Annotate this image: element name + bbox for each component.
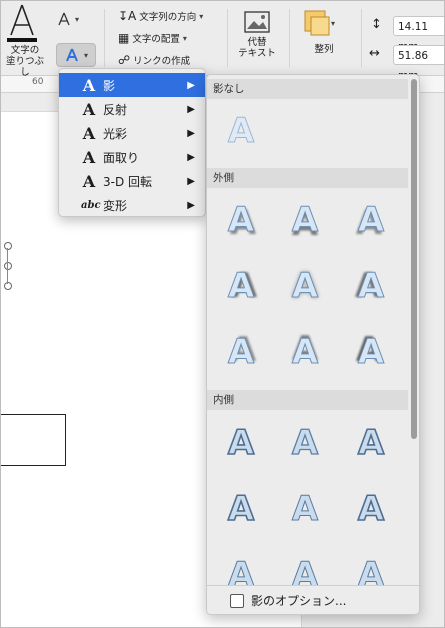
- menu-item-label: 変形: [103, 198, 128, 213]
- resize-handle[interactable]: [4, 262, 12, 270]
- menu-item-label: 面取り: [103, 150, 140, 165]
- ribbon-toolbar: 文字の 塗りつぶし ▾ ▾ ↧A 文字列の方向 ▾ ▦ 文字の配置 ▾ ☍ リン…: [1, 1, 444, 82]
- shadow-option-outer[interactable]: A: [283, 264, 327, 308]
- submenu-arrow-icon: ▶: [187, 103, 195, 115]
- shadow-option-inner[interactable]: A: [283, 421, 327, 465]
- ribbon-divider: [104, 9, 105, 67]
- resize-handle[interactable]: [4, 242, 12, 250]
- text-outline-icon: [58, 12, 70, 26]
- section-header-no-shadow: 影なし: [207, 79, 408, 99]
- text-effects-icon: [66, 48, 78, 62]
- menu-item-transform[interactable]: abc 変形 ▶: [59, 193, 205, 217]
- alt-text-label: 代替 テキスト: [238, 37, 276, 59]
- shadow-options-checkbox[interactable]: [230, 593, 244, 608]
- chevron-down-icon: ▾: [75, 14, 80, 24]
- shadow-option-none[interactable]: A: [219, 109, 263, 153]
- text-align-icon: ▦: [118, 31, 130, 45]
- link-icon: ☍: [118, 53, 131, 67]
- text-align-button[interactable]: ▦ 文字の配置 ▾: [118, 31, 187, 45]
- shadow-icon: A: [82, 75, 96, 95]
- scroll-thumb[interactable]: [411, 79, 417, 439]
- alt-text-icon: [244, 11, 270, 33]
- text-box-shape[interactable]: [1, 414, 66, 466]
- submenu-arrow-icon: ▶: [187, 79, 195, 91]
- 3d-rotation-icon: A: [82, 171, 96, 191]
- shadow-option-outer[interactable]: A: [219, 330, 263, 374]
- shadow-option-outer[interactable]: A: [349, 330, 393, 374]
- arrange-label: 整列: [314, 44, 334, 55]
- shadow-option-inner[interactable]: A: [349, 421, 393, 465]
- shadow-option-inner[interactable]: A: [349, 487, 393, 531]
- ribbon-divider: [289, 9, 290, 67]
- submenu-arrow-icon: ▶: [187, 151, 195, 163]
- submenu-arrow-icon: ▶: [187, 199, 195, 211]
- text-effects-button[interactable]: ▾: [56, 43, 96, 67]
- ribbon-divider: [361, 9, 362, 67]
- shadow-option-outer[interactable]: A: [283, 198, 327, 242]
- chevron-down-icon: ▾: [199, 11, 204, 21]
- shadow-option-outer[interactable]: A: [349, 198, 393, 242]
- shape-width-field[interactable]: 51.86 mm: [393, 45, 444, 82]
- submenu-arrow-icon: ▶: [187, 175, 195, 187]
- reflection-icon: A: [82, 99, 96, 119]
- app-window: 文字の 塗りつぶし ▾ ▾ ↧A 文字列の方向 ▾ ▦ 文字の配置 ▾ ☍ リン…: [0, 0, 445, 628]
- menu-item-glow[interactable]: A 光彩 ▶: [59, 121, 205, 145]
- shadow-option-outer[interactable]: A: [283, 330, 327, 374]
- text-align-label: 文字の配置: [132, 34, 180, 45]
- shadow-option-inner[interactable]: A: [283, 487, 327, 531]
- create-link-button[interactable]: ☍ リンクの作成: [118, 53, 190, 67]
- chevron-down-icon: ▾: [331, 18, 336, 28]
- width-icon: ↔: [369, 46, 380, 61]
- height-icon: ↕: [371, 17, 382, 32]
- text-direction-label: 文字列の方向: [139, 12, 197, 23]
- alt-text-button[interactable]: 代替 テキスト: [237, 9, 277, 59]
- gallery-scrollbar[interactable]: [410, 77, 418, 592]
- menu-item-bevel[interactable]: A 面取り ▶: [59, 145, 205, 169]
- text-direction-button[interactable]: ↧A 文字列の方向 ▾: [118, 9, 203, 23]
- shape-height-field[interactable]: 14.11 mm: [393, 16, 444, 53]
- section-header-inner: 内側: [207, 390, 408, 410]
- create-link-label: リンクの作成: [133, 56, 191, 67]
- shadow-option-outer[interactable]: A: [349, 264, 393, 308]
- shadow-options-item[interactable]: 影のオプション...: [207, 585, 419, 614]
- text-direction-icon: ↧A: [118, 9, 137, 23]
- shadow-options-label: 影のオプション...: [251, 594, 347, 608]
- chevron-down-icon: ▾: [182, 33, 187, 43]
- section-header-outer: 外側: [207, 168, 408, 188]
- shadow-option-outer[interactable]: A: [219, 264, 263, 308]
- chevron-down-icon: ▾: [83, 50, 88, 60]
- text-outline-button[interactable]: ▾: [56, 11, 79, 27]
- menu-item-reflection[interactable]: A 反射 ▶: [59, 97, 205, 121]
- menu-item-label: 反射: [103, 102, 128, 117]
- selection-edge: [7, 248, 8, 284]
- ruler-mark: 60: [32, 77, 44, 87]
- shadow-option-inner[interactable]: A: [219, 487, 263, 531]
- menu-item-3d-rotation[interactable]: A 3-D 回転 ▶: [59, 169, 205, 193]
- resize-handle[interactable]: [4, 282, 12, 290]
- shadow-gallery: 影なし A 外側 A A A A A A A A A 内側 A A A A A …: [206, 74, 420, 615]
- menu-item-shadow[interactable]: A 影 ▶: [59, 73, 205, 97]
- menu-item-label: 光彩: [103, 126, 128, 141]
- text-fill-icon[interactable]: [7, 3, 37, 37]
- menu-item-label: 3-D 回転: [103, 174, 153, 189]
- text-effects-menu: A 影 ▶ A 反射 ▶ A 光彩 ▶ A 面取り ▶ A 3-D 回転 ▶ a…: [58, 68, 206, 217]
- transform-icon: abc: [81, 199, 101, 211]
- bevel-icon: A: [82, 147, 96, 167]
- arrange-button[interactable]: ▾ 整列: [303, 9, 345, 55]
- glow-icon: A: [82, 123, 96, 143]
- text-fill-label[interactable]: 文字の 塗りつぶし: [3, 45, 47, 78]
- shadow-option-outer[interactable]: A: [219, 198, 263, 242]
- menu-item-label: 影: [103, 78, 116, 93]
- submenu-arrow-icon: ▶: [187, 127, 195, 139]
- text-fill-color-swatch: [7, 38, 37, 42]
- shadow-option-inner[interactable]: A: [219, 421, 263, 465]
- ribbon-divider: [227, 9, 228, 67]
- arrange-icon: [304, 10, 330, 36]
